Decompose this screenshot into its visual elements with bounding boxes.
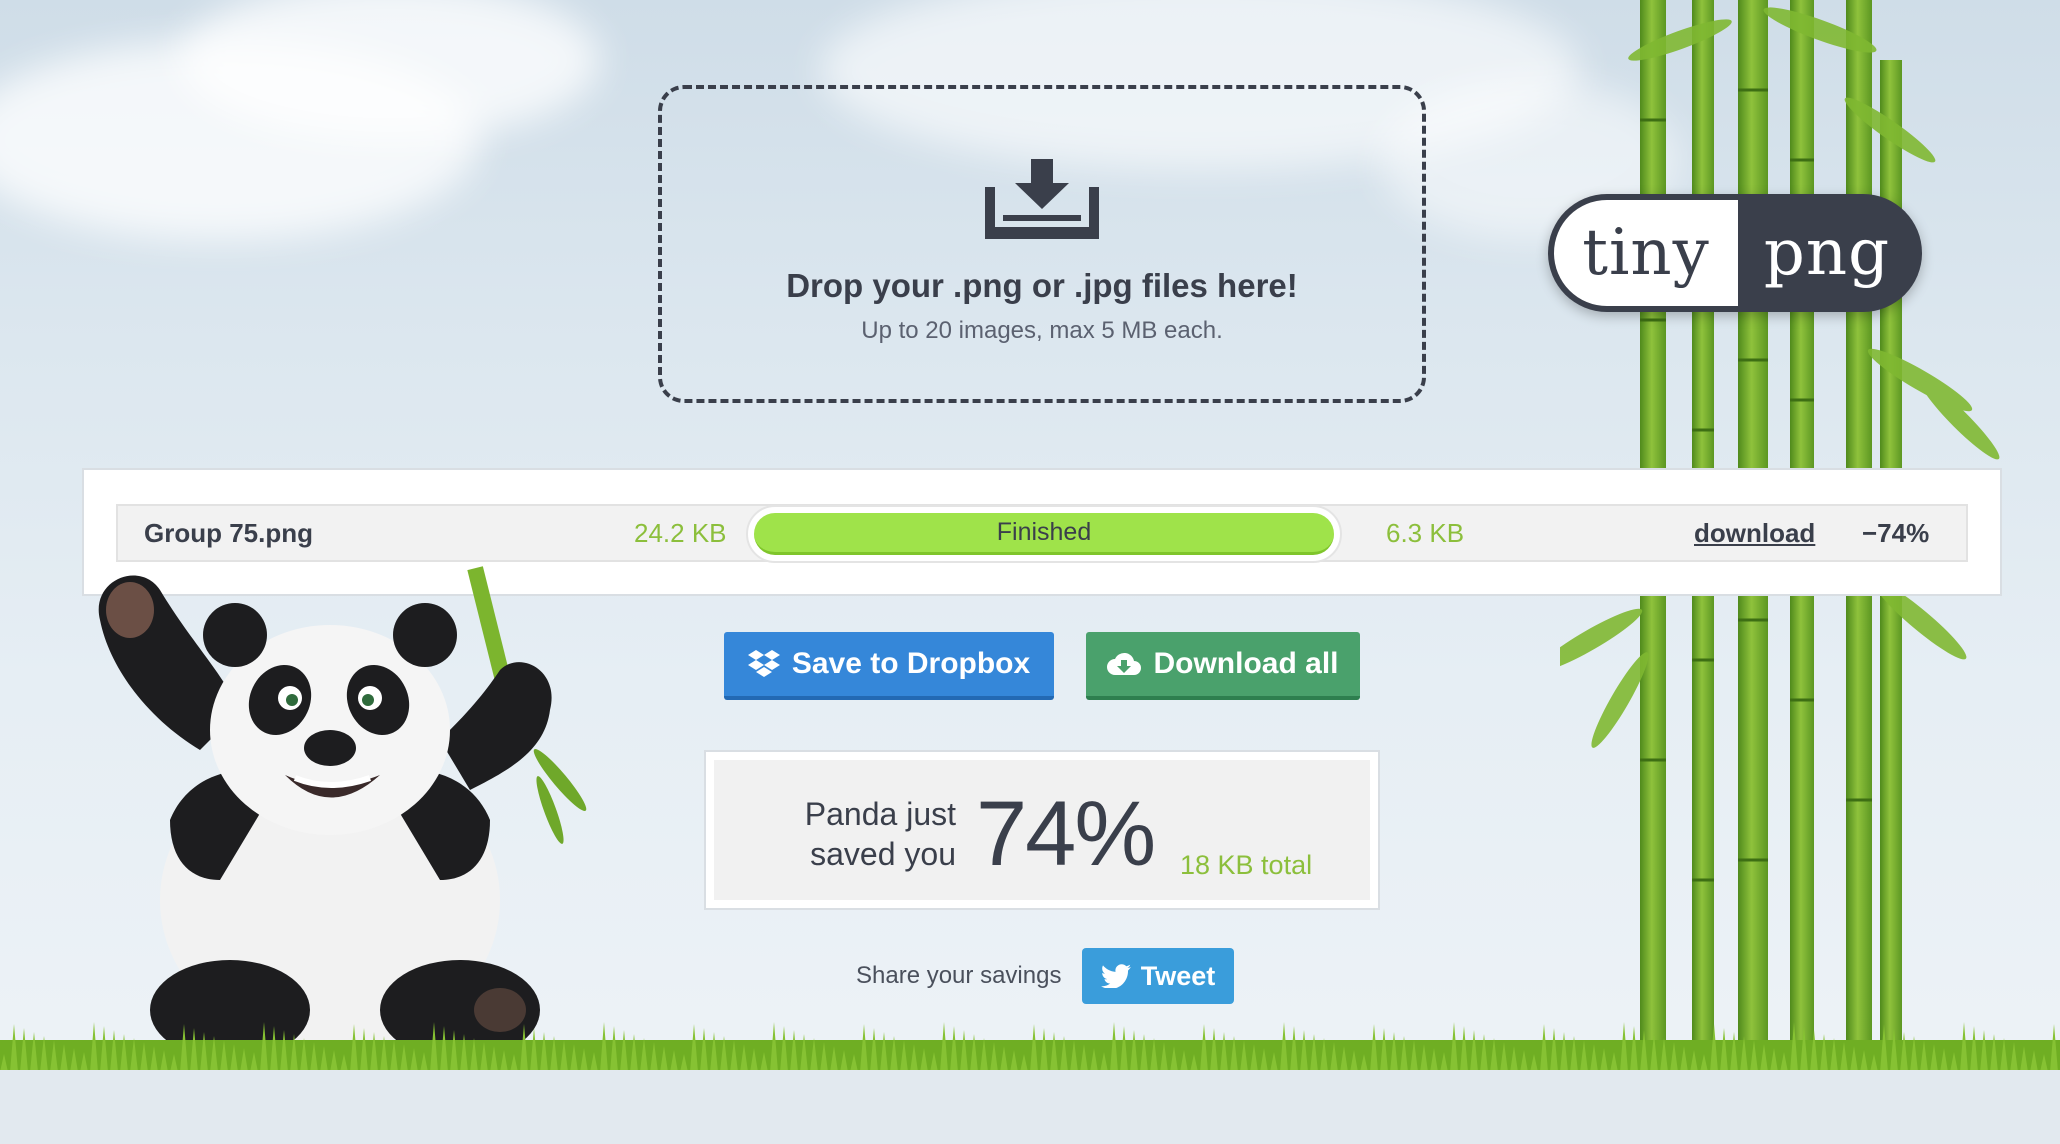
dropbox-icon (747, 650, 780, 677)
savings-label-line2: saved you (810, 836, 956, 872)
savings-label: Panda just saved you (786, 794, 956, 874)
compressed-size: 6.3 KB (1386, 517, 1465, 548)
dropbox-label: Save to Dropbox (791, 647, 1031, 680)
logo-tiny: tiny (1554, 200, 1738, 306)
cloud-download-icon (1107, 652, 1142, 675)
savings-total: 18 KB total (1180, 850, 1313, 880)
grass-decoration (0, 1022, 2060, 1072)
upload-dropzone[interactable]: Drop your .png or .jpg files here! Up to… (658, 85, 1426, 403)
save-to-dropbox-button[interactable]: Save to Dropbox (724, 632, 1054, 700)
download-tray-icon (985, 159, 1099, 239)
page-footer (0, 1070, 2060, 1144)
tinypng-logo[interactable]: tiny png (1548, 194, 1922, 312)
download-all-label: Download all (1153, 647, 1339, 680)
tweet-button[interactable]: Tweet (1082, 948, 1234, 1004)
reduction-percent: −74% (1862, 517, 1930, 548)
twitter-bird-icon (1100, 964, 1131, 988)
tweet-label: Tweet (1140, 960, 1216, 991)
progress-fill: Finished (754, 513, 1334, 555)
savings-label-line1: Panda just (804, 796, 956, 832)
logo-png: png (1763, 216, 1891, 290)
download-link[interactable]: download (1694, 518, 1815, 549)
file-name: Group 75.png (144, 517, 313, 548)
share-label: Share your savings (856, 962, 1062, 989)
download-all-button[interactable]: Download all (1086, 632, 1360, 700)
progress-bar: Finished (746, 505, 1342, 563)
panda-mascot-illustration (98, 566, 587, 1060)
dropzone-subtitle: Up to 20 images, max 5 MB each. (861, 317, 1223, 344)
savings-box: Panda just saved you 74% 18 KB total (704, 750, 1380, 910)
dropzone-title: Drop your .png or .jpg files here! (786, 267, 1298, 304)
progress-status: Finished (996, 518, 1092, 546)
savings-percent: 74% (976, 783, 1156, 885)
file-row: Group 75.png 24.2 KB Finished 6.3 KB dow… (116, 504, 1968, 563)
original-size: 24.2 KB (634, 517, 727, 548)
savings-inner: Panda just saved you 74% 18 KB total (714, 760, 1370, 900)
